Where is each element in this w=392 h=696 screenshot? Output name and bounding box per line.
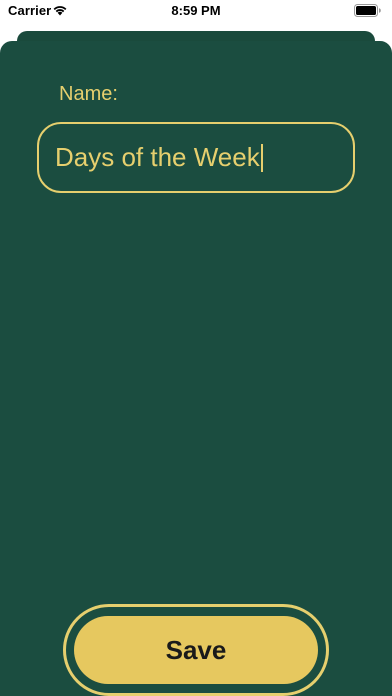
name-label: Name:	[59, 83, 118, 105]
save-button[interactable]: Save	[74, 616, 318, 684]
status-time: 8:59 PM	[171, 3, 221, 18]
save-button-outline: Save	[63, 604, 329, 696]
edit-sheet: Name: Days of the Week Save	[0, 41, 392, 696]
status-bar: Carrier 8:59 PM	[0, 0, 392, 24]
screen: Carrier 8:59 PM Name: Days of the Week S…	[0, 0, 392, 696]
text-caret	[260, 143, 263, 172]
name-field-value: Days of the Week	[55, 142, 260, 172]
name-field[interactable]: Days of the Week	[37, 122, 355, 193]
battery-icon	[354, 4, 381, 17]
